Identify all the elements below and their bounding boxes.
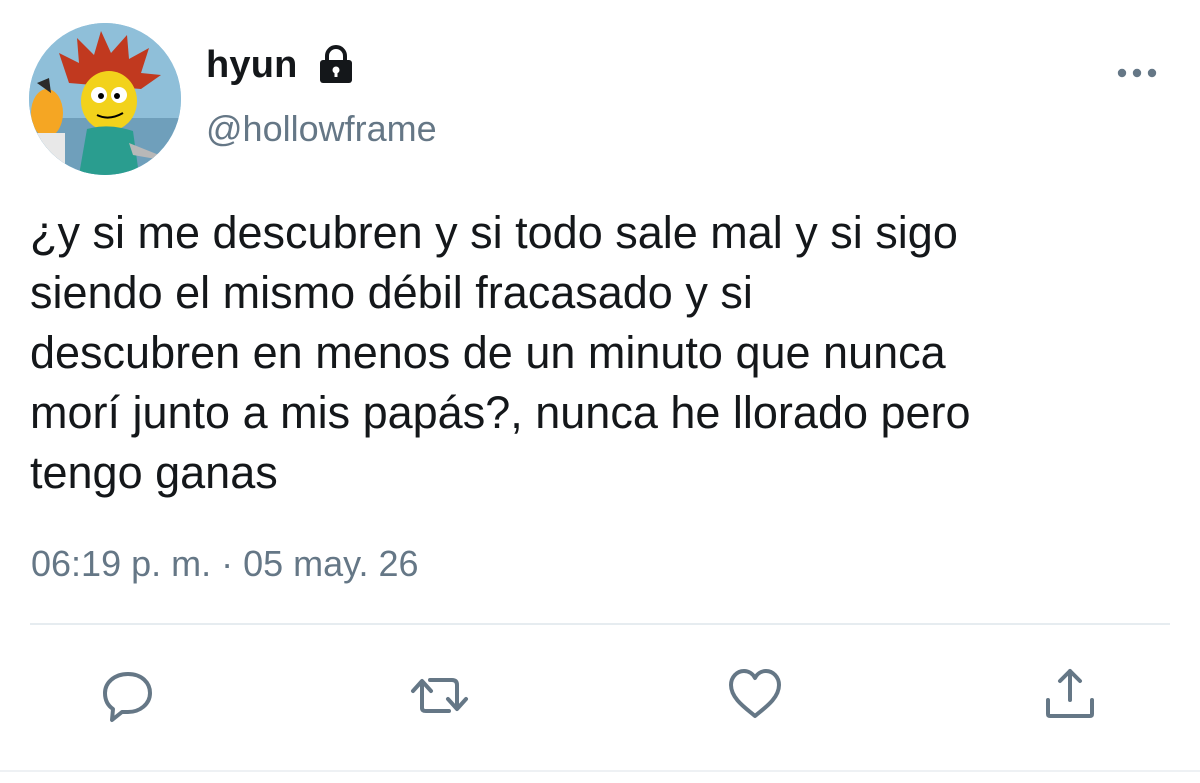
retweet-arrows-icon xyxy=(411,678,468,713)
avatar-cartoon-image xyxy=(29,23,181,175)
tweet-timestamp[interactable]: 06:19 p. m. · 05 may. 26 xyxy=(31,543,419,585)
reply-button[interactable] xyxy=(98,664,158,724)
lock-icon xyxy=(318,45,354,85)
divider xyxy=(30,623,1170,625)
heart-icon xyxy=(729,669,781,718)
more-options-icon[interactable] xyxy=(1112,60,1162,86)
display-name[interactable]: hyun xyxy=(206,44,298,87)
tweet-card: hyun @hollowframe ¿y si me descubren y s… xyxy=(0,0,1200,783)
speech-bubble-icon xyxy=(103,672,152,722)
share-button[interactable] xyxy=(1040,664,1100,724)
tweet-text: ¿y si me descubren y si todo sale mal y … xyxy=(30,207,971,498)
retweet-button[interactable] xyxy=(410,664,470,724)
share-upload-icon xyxy=(1046,669,1094,718)
like-button[interactable] xyxy=(725,664,785,724)
bottom-border xyxy=(0,770,1200,772)
avatar[interactable] xyxy=(29,23,181,175)
user-handle[interactable]: @hollowframe xyxy=(206,108,437,150)
user-name-row: hyun xyxy=(206,40,354,90)
